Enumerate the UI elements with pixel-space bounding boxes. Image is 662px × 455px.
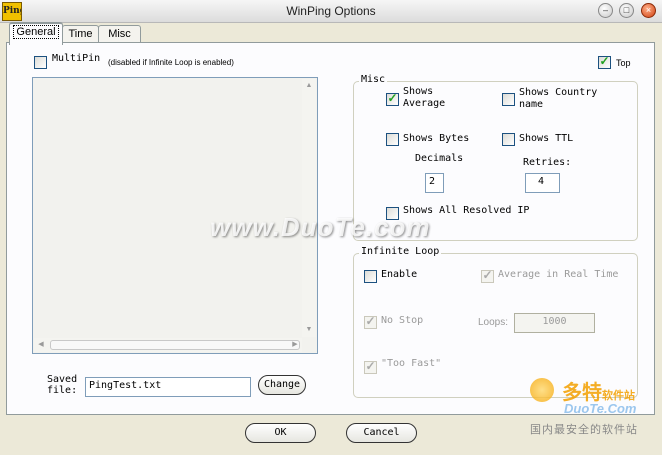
too-fast-checkbox[interactable] [364,359,377,374]
shows-country-line1: Shows Country [519,87,598,98]
top-checkbox[interactable] [598,54,611,69]
scroll-left-arrow-icon[interactable]: ◀ [34,338,48,352]
duote-logo: 多特软件站 DuoTe.Com 国内最安全的软件站 [528,376,660,438]
shows-average-line1: Shows [403,86,434,97]
window-title: WinPing Options [286,4,376,18]
multipin-note: (disabled if Infinite Loop is enabled) [108,58,234,67]
maximize-button[interactable]: □ [619,3,634,18]
shows-average-label: Shows Average [403,86,445,110]
too-fast-label: "Too Fast" [381,358,442,369]
retries-label: Retries: [523,157,572,168]
watermark-text: www.DuoTe.com [210,212,431,242]
shows-ttl-checkbox[interactable] [502,133,515,146]
logo-tagline: 国内最安全的软件站 [530,423,638,436]
shows-country-label: Shows Country name [519,87,597,111]
tab-general[interactable]: General [9,22,63,45]
enable-label: Enable [381,269,418,280]
shows-average-line2: Average [403,98,446,109]
shows-ttl-label: Shows TTL [519,133,574,144]
saved-file-line2: file: [47,385,78,396]
average-real-time-checkbox[interactable] [481,268,494,283]
close-icon: × [645,5,652,15]
logo-en-text: DuoTe.Com [564,401,637,416]
multipin-checkbox[interactable] [34,56,47,69]
shows-country-checkbox[interactable] [502,93,515,106]
scroll-right-arrow-icon[interactable]: ▶ [288,338,302,352]
loops-label: Loops: [478,317,509,328]
shows-average-checkbox[interactable] [386,91,399,106]
decimals-label: Decimals [415,153,464,164]
scroll-up-arrow-icon[interactable]: ▲ [302,79,316,93]
ok-button[interactable]: OK [245,423,316,443]
retries-input[interactable]: 4 [525,173,560,193]
maximize-icon: □ [623,5,630,15]
horizontal-scroll-thumb[interactable] [50,340,300,350]
vertical-scrollbar[interactable]: ▲ ▼ [302,79,316,337]
shows-bytes-label: Shows Bytes [403,133,470,144]
tab-misc[interactable]: Misc [98,25,141,43]
saved-file-label: Saved file: [47,374,77,396]
multipin-label: MultiPin [52,53,101,64]
average-real-time-label: Average in Real Time [498,269,619,280]
logo-sun-icon [530,378,554,402]
winping-options-window: Ping! WinPing Options – □ × General Time… [0,0,662,455]
horizontal-scrollbar[interactable]: ◀ ▶ [34,338,302,352]
no-stop-checkbox[interactable] [364,314,377,329]
saved-file-input[interactable]: PingTest.txt [85,377,251,397]
decimals-input[interactable]: 2 [425,173,444,193]
enable-checkbox[interactable] [364,270,377,283]
tab-general-label: General [13,25,59,39]
scroll-down-arrow-icon[interactable]: ▼ [302,323,316,337]
tab-time[interactable]: Time [62,25,99,43]
minimize-button[interactable]: – [598,3,613,18]
shows-bytes-checkbox[interactable] [386,133,399,146]
no-stop-label: No Stop [381,315,424,326]
top-label: Top [616,58,631,68]
title-bar[interactable]: Ping! WinPing Options – □ × [0,0,662,23]
loops-input[interactable]: 1000 [514,313,595,333]
saved-file-line1: Saved [47,374,78,385]
cancel-button[interactable]: Cancel [346,423,417,443]
minimize-icon: – [602,5,608,15]
misc-legend: Misc [359,74,388,85]
close-button[interactable]: × [641,3,656,18]
infinite-loop-legend: Infinite Loop [359,246,442,257]
shows-country-line2: name [519,99,544,110]
change-button[interactable]: Change [258,375,306,395]
